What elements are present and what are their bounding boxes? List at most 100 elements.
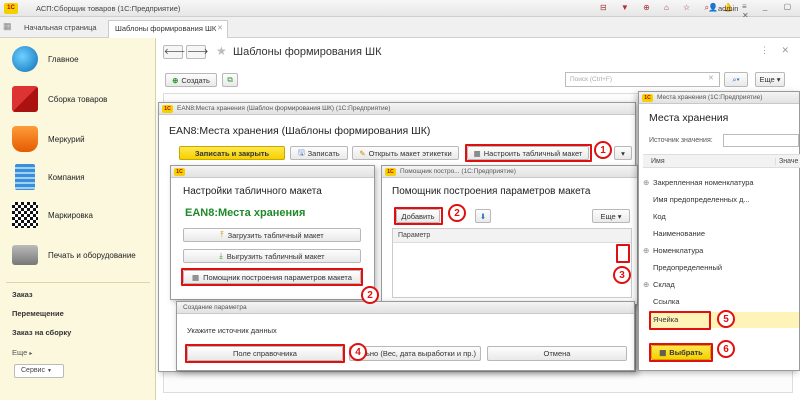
tab-bar: ▦ Начальная страница Шаблоны формировани… [0,17,800,38]
sidebar-link-assembly-order[interactable]: Заказ на сборку [12,328,71,337]
settings-subheading: EAN8:Места хранения [185,207,306,219]
move-down-button[interactable]: ⬇ [475,209,491,223]
window-logo-icon: 1С [642,94,653,102]
window-logo-icon: 1С [162,105,173,113]
copy-button[interactable]: ⧉ [222,73,238,87]
tree-row-label: Ссылка [653,297,680,306]
search-input[interactable]: Поиск (Ctrl+F) [565,72,720,87]
save-label: Записать [307,148,340,158]
search-icon: ⌕▾ [732,74,740,84]
step-badge-1: 1 [594,141,612,159]
tree-row-label: Предопределенный [653,263,723,272]
tab-barcode-templates[interactable]: Шаблоны формирования ШК ✕ [108,20,228,38]
value-column-header: Значе [775,158,798,165]
helper-heading: Помощник построения параметров макета [392,186,591,197]
save-close-label: Записать и закрыть [194,148,270,158]
user-icon: 👤 [708,3,718,12]
source-input[interactable] [723,134,799,147]
save-close-button[interactable]: Записать и закрыть [179,146,285,160]
home-tab-label: Начальная страница [24,23,97,32]
tree-row-label: Номенклатура [653,246,704,255]
tree-row-label: Склад [653,280,675,289]
create-parameter-titlebar: Создание параметра [177,302,634,314]
search-clear-icon[interactable]: ✕ [708,74,714,82]
helper-window-titlebar: 1С Помощник постро... (1С:Предприятие) [382,166,637,178]
close-tab-icon[interactable]: ✕ [217,21,223,37]
name-column-header: Имя [651,158,665,165]
cancel-button[interactable]: Отмена [487,346,627,361]
tree-row[interactable]: Имя предопределенных д... [643,195,750,204]
sidebar-link-order[interactable]: Заказ [12,290,33,299]
main-more-button[interactable]: Еще ▾ [755,72,785,87]
expand-icon[interactable]: ⊕ [643,178,653,187]
helper-more-label: Еще [600,211,616,221]
sidebar-item-main[interactable]: Главное [0,40,156,78]
ean-window-titlebar-text: EAN8:Места хранения (Шаблон формирования… [177,105,391,112]
app-titlebar: 1С АСП:Сборщик товаров (1С:Предприятие) … [0,0,800,20]
pencil-icon: ✎ [359,148,366,158]
additional-label: лнительно (Вес, дата выработки и пр.) [349,349,476,358]
additional-button[interactable]: лнительно (Вес, дата выработки и пр.) [349,346,481,361]
highlight-setup-layout [465,144,592,162]
save-button[interactable]: 🖫 Записать [290,146,348,160]
unload-layout-label: Выгрузить табличный макет [226,251,325,261]
favorite-star-icon[interactable]: ★ [216,44,227,58]
cancel-label: Отмена [543,349,571,358]
search-button[interactable]: ⌕▾ [724,72,748,87]
helper-window-titlebar-text: Помощник постро... (1С:Предприятие) [400,168,516,175]
tree-row[interactable]: Наименование [643,229,705,238]
highlight-add [394,207,443,225]
expand-icon[interactable]: ⊕ [643,246,653,255]
sidebar-item-label: Главное [48,54,79,64]
tab-bar-menu-icon[interactable]: ▦ [3,21,12,32]
tree-row[interactable]: Ссылка [643,297,680,306]
sidebar-item-goods-assembly[interactable]: Сборка товаров [0,80,156,118]
globe-icon [12,46,38,72]
step-badge-4: 4 [349,343,367,361]
highlight-parameter-cell [616,244,630,263]
step-badge-2: 2 [448,204,466,222]
expand-icon[interactable]: ⊕ [643,280,653,289]
nav-back-button[interactable]: 🡐 [163,45,185,59]
step-badge-5: 5 [717,310,735,328]
main-more-label: Еще [759,75,775,84]
tree-row[interactable]: ⊕ Номенклатура [643,246,703,255]
tree-row[interactable]: Предопределенный [643,263,722,272]
parameter-table: Параметр [392,228,632,298]
create-button[interactable]: ⊕ Создать [165,73,217,87]
step-badge-3: 3 [613,266,631,284]
nav-forward-button[interactable]: 🡒 [186,45,208,59]
sidebar-item-mercury[interactable]: Меркурий [0,120,156,158]
arrow-down-icon: ⬇ [479,211,487,221]
unload-layout-button[interactable]: ⤓ Выгрузить табличный макет [183,249,361,263]
open-label-layout-button[interactable]: ✎ Открыть макет этикетки [352,146,459,160]
data-source-prompt: Укажите источник данных [187,326,277,335]
helper-window: 1С Помощник постро... (1С:Предприятие) П… [381,165,638,305]
sidebar-link-transfer[interactable]: Перемещение [12,309,64,318]
sidebar-item-label: Сборка товаров [48,94,108,104]
storage-window: 1С Места хранения (1С:Предприятие) Места… [638,91,800,371]
service-button[interactable]: Сервис ▼ [14,364,64,378]
sidebar-item-printing[interactable]: Печать и оборудование [0,236,156,274]
step-badge-6: 6 [717,340,735,358]
sidebar-more[interactable]: Еще ▸ [12,348,32,357]
tree-row[interactable]: ⊕ Склад [643,280,675,289]
sidebar-item-marking[interactable]: Маркировка [0,196,156,234]
main-close-icon[interactable]: ⋮ ✕ [760,45,794,56]
copy-icon: ⧉ [227,75,233,84]
app-user[interactable]: admin [718,4,738,13]
create-label: Создать [181,75,210,85]
helper-more-button[interactable]: Еще ▾ [592,209,630,223]
printer-icon [12,245,38,265]
storage-window-titlebar-text: Места хранения (1С:Предприятие) [657,94,763,101]
arrow-right-icon: ▸ [29,351,33,357]
upload-icon: ⤒ [220,230,224,239]
load-layout-button[interactable]: ⤒ Загрузить табличный макет [183,228,361,242]
tree-row[interactable]: Код [643,212,666,221]
tab-home[interactable]: Начальная страница [14,20,104,36]
ean-more-button[interactable]: ▾ [614,146,632,160]
highlight-select [649,343,713,362]
tree-row[interactable]: ⊕ Закрепленная номенклатура [643,178,754,187]
sidebar-item-company[interactable]: Компания [0,158,156,196]
settings-window: 1С Настройки табличного макета EAN8:Мест… [170,165,375,300]
